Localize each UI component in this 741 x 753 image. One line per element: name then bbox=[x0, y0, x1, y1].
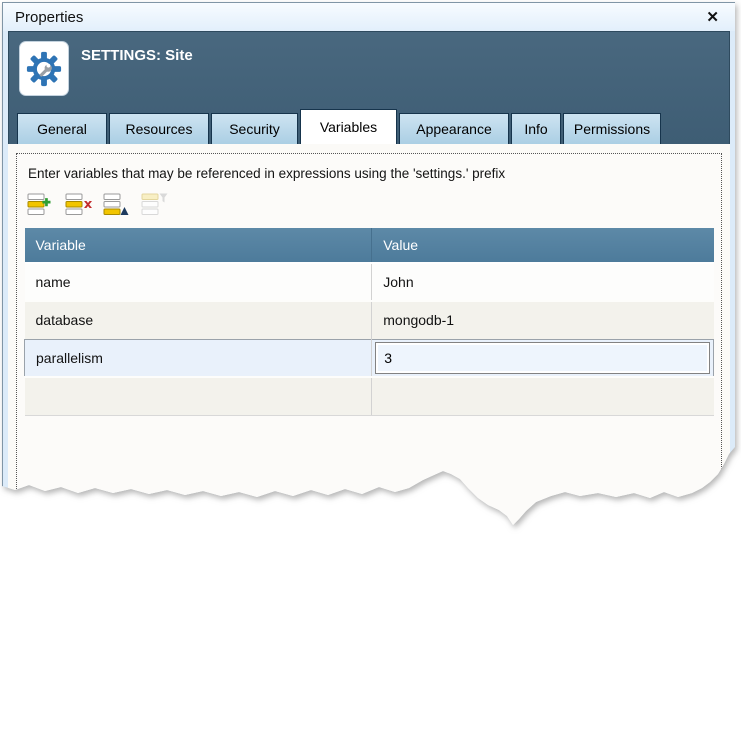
tab-strip: General Resources Security Variables App… bbox=[17, 109, 663, 144]
variable-cell[interactable]: name bbox=[25, 263, 372, 301]
window: Properties ✕ bbox=[2, 2, 736, 526]
value-cell[interactable]: mongodb-1 bbox=[372, 301, 714, 339]
column-header-value[interactable]: Value bbox=[372, 228, 714, 263]
tab-permissions[interactable]: Permissions bbox=[563, 113, 661, 144]
delete-variable-button[interactable] bbox=[64, 190, 92, 218]
value-cell[interactable]: John bbox=[372, 263, 714, 301]
variables-table: Variable Value name John database mongod… bbox=[24, 228, 714, 416]
tab-resources[interactable]: Resources bbox=[109, 113, 209, 144]
variable-cell[interactable]: database bbox=[25, 301, 372, 339]
add-variable-button[interactable] bbox=[26, 190, 54, 218]
properties-dialog: Properties ✕ bbox=[2, 2, 736, 526]
table-row[interactable]: name John bbox=[25, 263, 714, 301]
filter-variables-button[interactable] bbox=[140, 190, 168, 218]
variable-cell[interactable] bbox=[25, 377, 372, 415]
add-row-icon bbox=[27, 191, 54, 218]
table-header-row: Variable Value bbox=[25, 228, 714, 263]
table-row[interactable]: database mongodb-1 bbox=[25, 301, 714, 339]
delete-row-icon bbox=[65, 191, 92, 218]
value-cell[interactable] bbox=[372, 377, 714, 415]
tab-appearance[interactable]: Appearance bbox=[399, 113, 509, 144]
title-bar[interactable]: Properties ✕ bbox=[3, 3, 735, 31]
move-variable-button[interactable] bbox=[102, 190, 130, 218]
settings-icon-tile bbox=[19, 41, 69, 96]
tab-info[interactable]: Info bbox=[511, 113, 561, 144]
instruction-text: Enter variables that may be referenced i… bbox=[24, 166, 714, 181]
filter-rows-icon bbox=[141, 191, 168, 218]
variable-cell[interactable]: parallelism bbox=[25, 339, 372, 377]
tab-security[interactable]: Security bbox=[211, 113, 298, 144]
page-title: SETTINGS: Site bbox=[81, 47, 193, 64]
value-cell bbox=[372, 339, 714, 377]
variables-panel: Enter variables that may be referenced i… bbox=[16, 153, 722, 753]
move-row-icon bbox=[103, 191, 130, 218]
tab-general[interactable]: General bbox=[17, 113, 107, 144]
variables-toolbar bbox=[26, 190, 714, 218]
header-band: SETTINGS: Site General Resources Securit… bbox=[8, 31, 730, 144]
value-edit-input[interactable] bbox=[375, 342, 710, 374]
column-header-variable[interactable]: Variable bbox=[25, 228, 372, 263]
tab-variables[interactable]: Variables bbox=[300, 109, 397, 144]
table-row-selected[interactable]: parallelism bbox=[25, 339, 714, 377]
close-icon[interactable]: ✕ bbox=[702, 8, 723, 27]
window-title: Properties bbox=[15, 9, 702, 26]
settings-gear-icon bbox=[24, 49, 64, 89]
table-row-empty[interactable] bbox=[25, 377, 714, 415]
variables-tab-page: Enter variables that may be referenced i… bbox=[8, 144, 730, 564]
